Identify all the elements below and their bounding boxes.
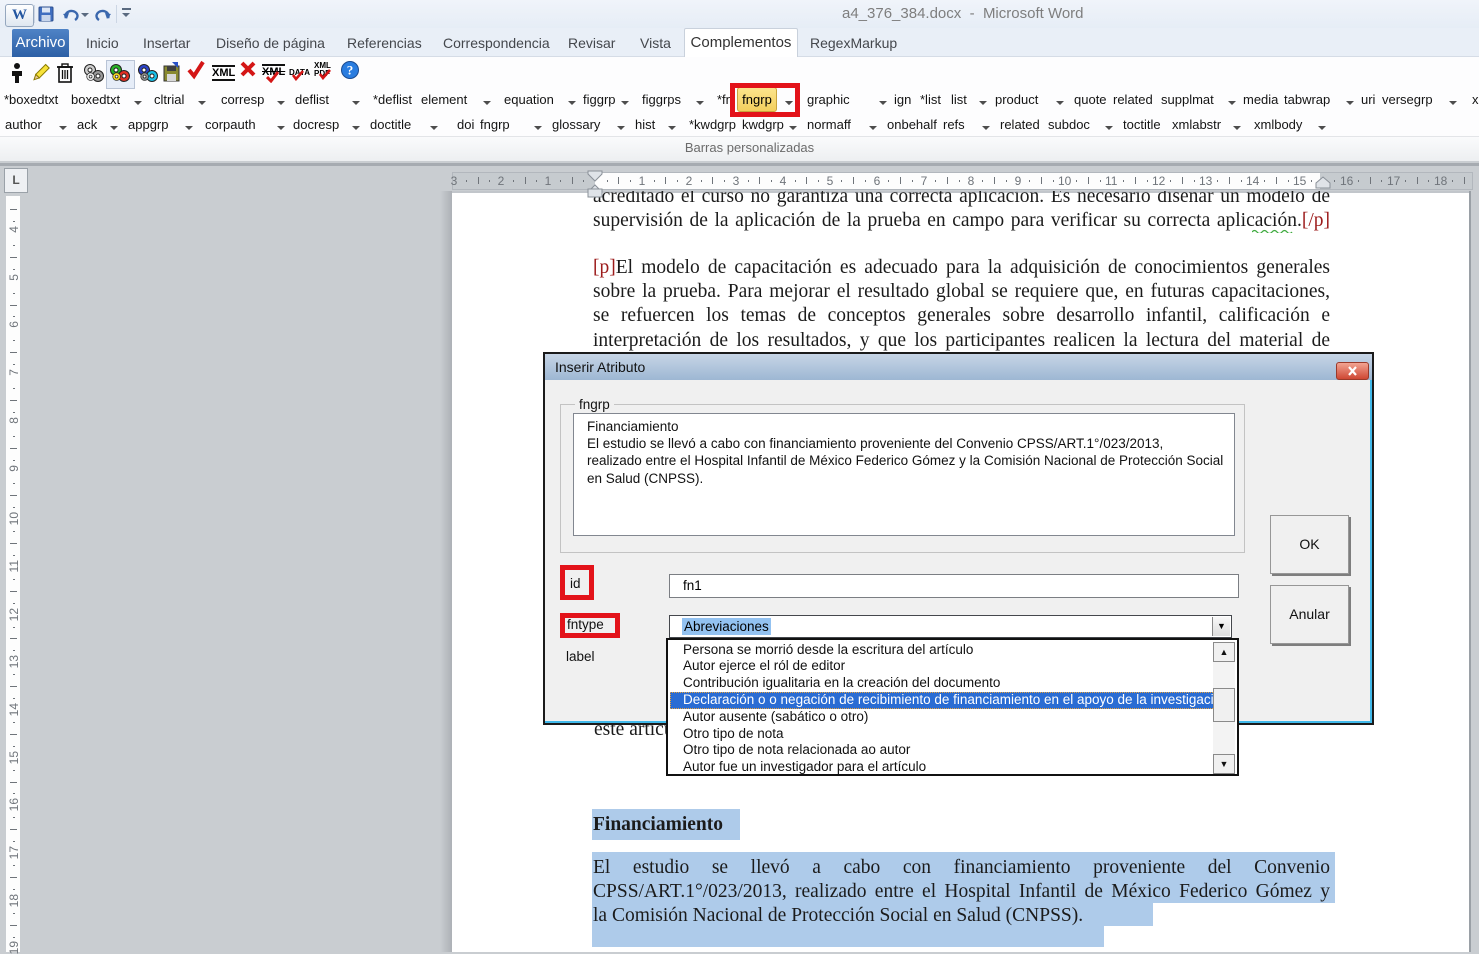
svg-text:?: ?	[347, 63, 354, 78]
